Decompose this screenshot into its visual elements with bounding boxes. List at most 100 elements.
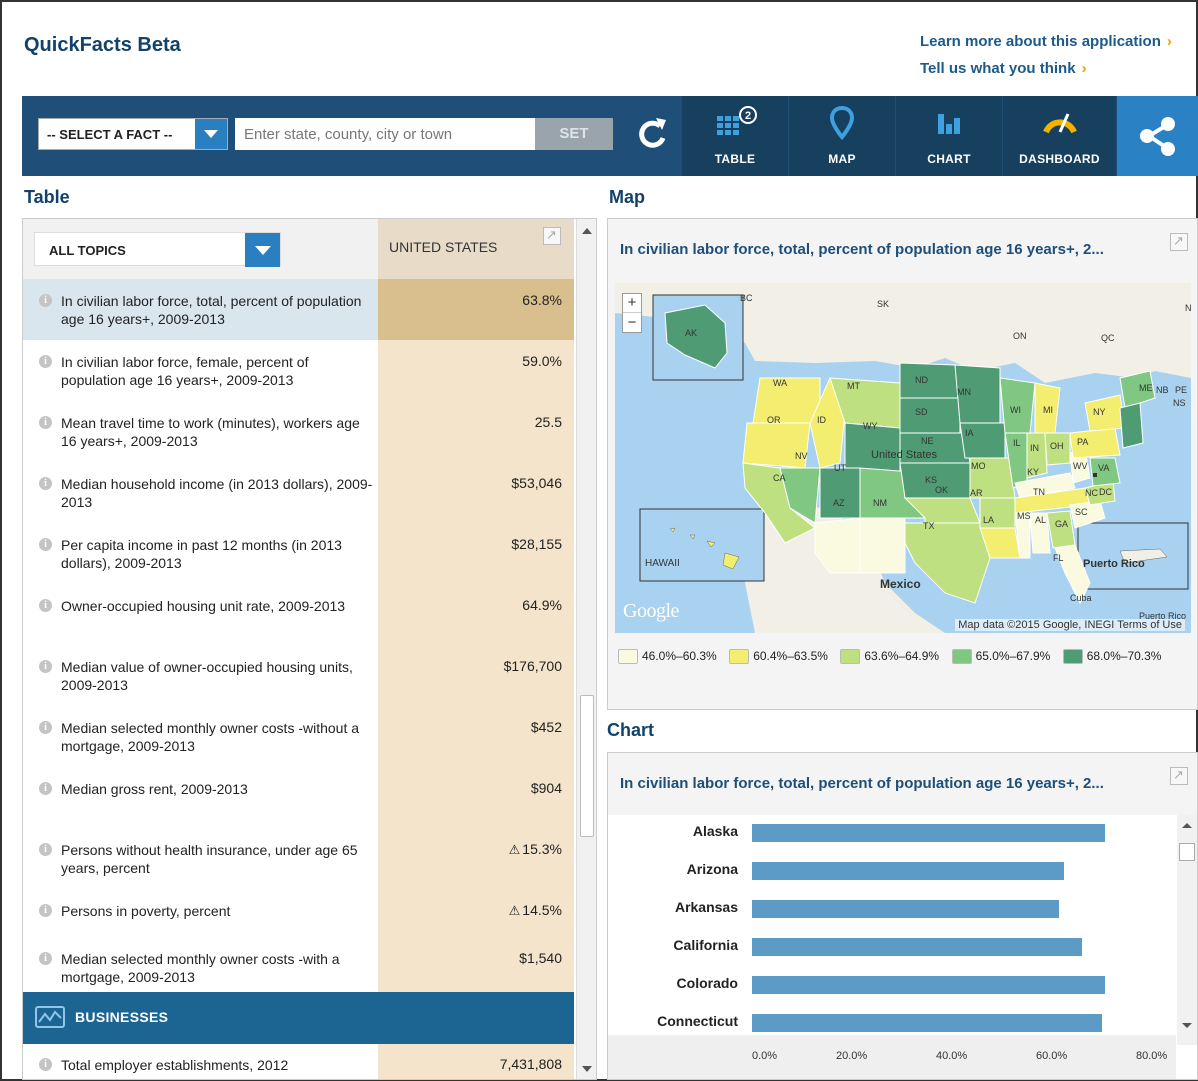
table-scrollbar[interactable] (576, 219, 596, 1079)
bar[interactable] (752, 1014, 1102, 1032)
bar[interactable] (752, 900, 1059, 918)
chart-scrollbar[interactable] (1177, 815, 1197, 1045)
column-header-united-states[interactable]: UNITED STATES (378, 219, 574, 279)
legend-label: 60.4%–63.5% (753, 649, 828, 663)
info-icon[interactable]: i (39, 538, 52, 551)
map-view-button[interactable]: MAP (789, 96, 895, 176)
x-tick-label: 0.0% (752, 1050, 778, 1062)
info-icon[interactable]: i (39, 1058, 52, 1071)
zoom-in-button[interactable]: + (623, 294, 641, 313)
map-label-ks: KS (925, 475, 938, 485)
map-label-ca: CA (773, 473, 786, 483)
table-row[interactable]: i Median selected monthly owner costs -wi… (23, 706, 574, 767)
row-label: Per capita income in past 12 months (in … (61, 537, 342, 571)
chevron-down-icon[interactable] (245, 233, 280, 267)
legend-label: 65.0%–67.9% (975, 649, 1051, 663)
map-panel: In civilian labor force, total, percent … (607, 218, 1198, 710)
info-icon[interactable]: i (39, 477, 52, 490)
scroll-thumb[interactable] (580, 695, 594, 837)
table-view-button[interactable]: 2 TABLE (682, 96, 788, 176)
chart-view-button[interactable]: CHART (896, 96, 1002, 176)
scroll-down-icon[interactable] (1182, 1023, 1192, 1028)
expand-icon[interactable] (543, 227, 561, 245)
row-label: Total employer establishments, 2012 (61, 1057, 289, 1073)
info-icon[interactable]: i (39, 952, 52, 965)
businesses-section-header[interactable]: BUSINESSES (23, 992, 574, 1044)
share-button[interactable] (1117, 96, 1198, 176)
bar[interactable] (752, 862, 1064, 880)
map-label-wa: WA (773, 378, 788, 388)
chevron-down-icon[interactable] (195, 119, 227, 149)
info-icon[interactable]: i (39, 599, 52, 612)
expand-icon[interactable] (1170, 233, 1188, 251)
row-label: Median gross rent, 2009-2013 (61, 781, 248, 797)
topics-dropdown[interactable]: ALL TOPICS (34, 232, 281, 267)
table-row[interactable]: i Per capita income in past 12 months (in… (23, 523, 574, 584)
map-label-la: LA (983, 515, 995, 525)
bar[interactable] (752, 938, 1082, 956)
scroll-down-icon[interactable] (582, 1066, 592, 1072)
map-canvas[interactable]: + − BC SK ON QC NB PE NS N AK HAWAII Mex… (615, 283, 1191, 633)
table-row[interactable]: i Total employer establishments, 2012 7,43… (23, 1044, 574, 1079)
expand-icon[interactable] (1170, 767, 1188, 785)
chevron-right-icon: › (1081, 60, 1087, 77)
scroll-thumb[interactable] (1179, 843, 1195, 861)
table-row[interactable]: i Mean travel time to work (minutes), wor… (23, 401, 574, 462)
location-search-input[interactable] (235, 118, 535, 150)
map-label-cuba: Cuba (1070, 593, 1092, 603)
table-row[interactable]: i Median value of owner-occupied housing … (23, 645, 574, 706)
table-row[interactable]: i In civilian labor force, total, percent… (23, 279, 574, 340)
feedback-link[interactable]: Tell us what you think › (920, 60, 1087, 77)
select-fact-label: -- SELECT A FACT -- (47, 127, 173, 142)
map-label-ar: AR (970, 488, 983, 498)
info-icon[interactable]: i (39, 721, 52, 734)
set-button[interactable]: SET (535, 118, 613, 150)
feedback-label[interactable]: Tell us what you think (920, 60, 1076, 77)
x-tick-label: 40.0% (936, 1050, 968, 1062)
warning-icon[interactable]: ⚠ (509, 903, 521, 918)
legend-swatch (840, 649, 861, 665)
warning-icon[interactable]: ⚠ (509, 842, 521, 857)
refresh-icon[interactable] (632, 112, 672, 156)
info-icon[interactable]: i (39, 416, 52, 429)
toolbar: -- SELECT A FACT -- SET 2 TABLE (22, 96, 1198, 176)
table-row[interactable]: i Persons without health insurance, under… (23, 828, 574, 889)
scroll-up-icon[interactable] (1182, 823, 1192, 828)
map-label-me: ME (1139, 383, 1153, 393)
legend-item: 65.0%–67.9% (951, 649, 1051, 665)
map-attribution[interactable]: Map data ©2015 Google, INEGI Terms of Us… (955, 619, 1185, 631)
topics-bar: ALL TOPICS (23, 219, 378, 279)
scroll-up-icon[interactable] (582, 228, 592, 234)
map-label-on: ON (1013, 331, 1027, 341)
info-icon[interactable]: i (39, 904, 52, 917)
bar[interactable] (752, 976, 1105, 994)
row-label: Owner-occupied housing unit rate, 2009-2… (61, 598, 346, 614)
row-value: $904 (530, 780, 562, 796)
dashboard-view-button[interactable]: DASHBOARD (1003, 96, 1116, 176)
map-label-wi: WI (1010, 405, 1021, 415)
row-value: $28,155 (511, 536, 562, 552)
legend-swatch (618, 649, 638, 665)
select-fact-dropdown[interactable]: -- SELECT A FACT -- (38, 118, 228, 150)
info-icon[interactable]: i (39, 294, 52, 307)
info-icon[interactable]: i (39, 843, 52, 856)
map-label-ok: OK (935, 485, 949, 495)
table-row[interactable]: i Median selected monthly owner costs -wi… (23, 937, 574, 992)
app-title: QuickFacts Beta (24, 34, 181, 56)
table-row[interactable]: i Median gross rent, 2009-2013 $904 (23, 767, 574, 828)
table-row[interactable]: i Owner-occupied housing unit rate, 2009-… (23, 584, 574, 645)
learn-more-link[interactable]: Learn more about this application › (920, 33, 1172, 50)
zoom-out-button[interactable]: − (623, 314, 641, 333)
table-row[interactable]: i Median household income (in 2013 dollar… (23, 462, 574, 523)
map-label-puerto-rico: Puerto Rico (1083, 558, 1145, 570)
info-icon[interactable]: i (39, 782, 52, 795)
map-legend: 46.0%–60.3% 60.4%–63.5% 63.6%–64.9% 65.0… (618, 649, 1188, 668)
info-icon[interactable]: i (39, 660, 52, 673)
table-row[interactable]: i In civilian labor force, female, percen… (23, 340, 574, 401)
learn-more-label[interactable]: Learn more about this application (920, 33, 1161, 50)
map-label-id: ID (817, 415, 826, 425)
legend-label: 68.0%–70.3% (1086, 649, 1162, 663)
info-icon[interactable]: i (39, 355, 52, 368)
bar[interactable] (752, 824, 1105, 842)
legend-swatch (1062, 649, 1083, 665)
